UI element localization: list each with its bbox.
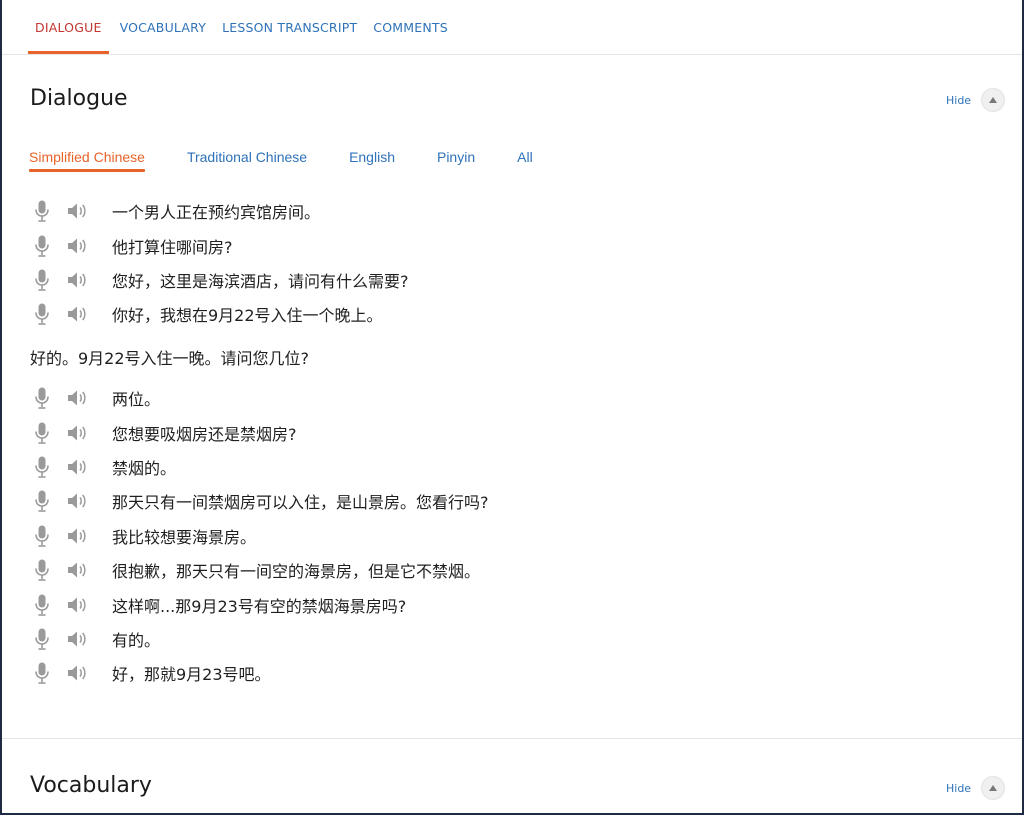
play-audio-icon[interactable] [64,420,92,446]
langtab-pinyin[interactable]: Pinyin [437,146,475,172]
lesson-tabs: DIALOGUE VOCABULARY LESSON TRANSCRIPT CO… [28,0,456,54]
play-audio-icon[interactable] [64,523,92,549]
langtab-english[interactable]: English [349,146,395,172]
record-mic-icon[interactable] [30,301,54,327]
dialogue-line-text: 有的。 [112,630,161,650]
play-audio-icon[interactable] [64,660,92,686]
play-audio-icon[interactable] [64,626,92,652]
tab-lesson-transcript[interactable]: LESSON TRANSCRIPT [214,0,365,54]
record-mic-icon[interactable] [30,233,54,259]
dialogue-line: 有的。 [30,622,990,656]
dialogue-line: 他打算住哪间房? [30,228,990,262]
dialogue-line-text: 我比较想要海景房。 [112,527,257,547]
dialogue-hide-link[interactable]: Hide [946,94,971,107]
dialogue-line: 我比较想要海景房。 [30,519,990,553]
vocabulary-title: Vocabulary [30,773,152,798]
record-mic-icon[interactable] [30,557,54,583]
langtab-all[interactable]: All [517,146,533,172]
dialogue-line: 两位。 [30,381,990,415]
record-mic-icon[interactable] [30,488,54,514]
play-audio-icon[interactable] [64,488,92,514]
dialogue-line-text: 好，那就9月23号吧。 [112,665,271,685]
tab-vocabulary[interactable]: VOCABULARY [112,0,215,54]
dialogue-line-text: 那天只有一间禁烟房可以入住，是山景房。您看行吗? [112,493,489,513]
dialogue-line: 禁烟的。 [30,450,990,484]
langtab-traditional-chinese[interactable]: Traditional Chinese [187,146,307,172]
dialogue-narration-line: 好的。9月22号入住一晚。请问您几位? [30,349,310,368]
play-audio-icon[interactable] [64,301,92,327]
dialogue-line: 很抱歉，那天只有一间空的海景房，但是它不禁烟。 [30,553,990,587]
dialogue-line: 这样啊...那9月23号有空的禁烟海景房吗? [30,587,990,621]
record-mic-icon[interactable] [30,592,54,618]
langtab-simplified-chinese[interactable]: Simplified Chinese [29,146,145,172]
tab-dialogue[interactable]: DIALOGUE [28,0,109,54]
dialogue-line: 您好，这里是海滨酒店，请问有什么需要? [30,263,990,297]
dialogue-line-text: 禁烟的。 [112,458,177,478]
record-mic-icon[interactable] [30,198,54,224]
vocabulary-hide-link[interactable]: Hide [946,782,971,795]
language-tabs: Simplified Chinese Traditional Chinese E… [29,146,575,174]
dialogue-title: Dialogue [30,86,128,111]
record-mic-icon[interactable] [30,385,54,411]
dialogue-lines-top: 一个男人正在预约宾馆房间。 他打算住哪间房? 您好，这里是海滨酒店，请问有什么需要?… [30,194,990,332]
dialogue-line-text: 您好，这里是海滨酒店，请问有什么需要? [112,271,409,291]
play-audio-icon[interactable] [64,592,92,618]
record-mic-icon[interactable] [30,420,54,446]
dialogue-line-text: 这样啊...那9月23号有空的禁烟海景房吗? [112,596,407,616]
dialogue-line-text: 两位。 [112,390,161,410]
dialogue-line-text: 一个男人正在预约宾馆房间。 [112,203,321,223]
play-audio-icon[interactable] [64,454,92,480]
dialogue-line: 你好，我想在9月22号入住一个晚上。 [30,297,990,331]
play-audio-icon[interactable] [64,557,92,583]
dialogue-line: 好，那就9月23号吧。 [30,656,990,690]
record-mic-icon[interactable] [30,660,54,686]
play-audio-icon[interactable] [64,385,92,411]
dialogue-line-text: 他打算住哪间房? [112,237,233,257]
dialogue-line: 一个男人正在预约宾馆房间。 [30,194,990,228]
vocabulary-collapse-button[interactable] [981,776,1005,800]
record-mic-icon[interactable] [30,454,54,480]
record-mic-icon[interactable] [30,267,54,293]
dialogue-lines-bottom: 两位。您想要吸烟房还是禁烟房? 禁烟的。那天只有一间禁烟房可以入住，是山景房。您看… [30,381,990,691]
dialogue-line: 那天只有一间禁烟房可以入住，是山景房。您看行吗? [30,484,990,518]
record-mic-icon[interactable] [30,523,54,549]
dialogue-line-text: 您想要吸烟房还是禁烟房? [112,424,297,444]
section-divider [2,738,1022,739]
tab-comments[interactable]: COMMENTS [365,0,456,54]
record-mic-icon[interactable] [30,626,54,652]
chevron-up-icon [989,97,997,103]
play-audio-icon[interactable] [64,233,92,259]
play-audio-icon[interactable] [64,198,92,224]
play-audio-icon[interactable] [64,267,92,293]
dialogue-line-text: 很抱歉，那天只有一间空的海景房，但是它不禁烟。 [112,562,481,582]
dialogue-line: 您想要吸烟房还是禁烟房? [30,415,990,449]
dialogue-line-text: 你好，我想在9月22号入住一个晚上。 [112,306,383,326]
tabs-divider [2,54,1022,55]
chevron-up-icon [989,785,997,791]
dialogue-collapse-button[interactable] [981,88,1005,112]
